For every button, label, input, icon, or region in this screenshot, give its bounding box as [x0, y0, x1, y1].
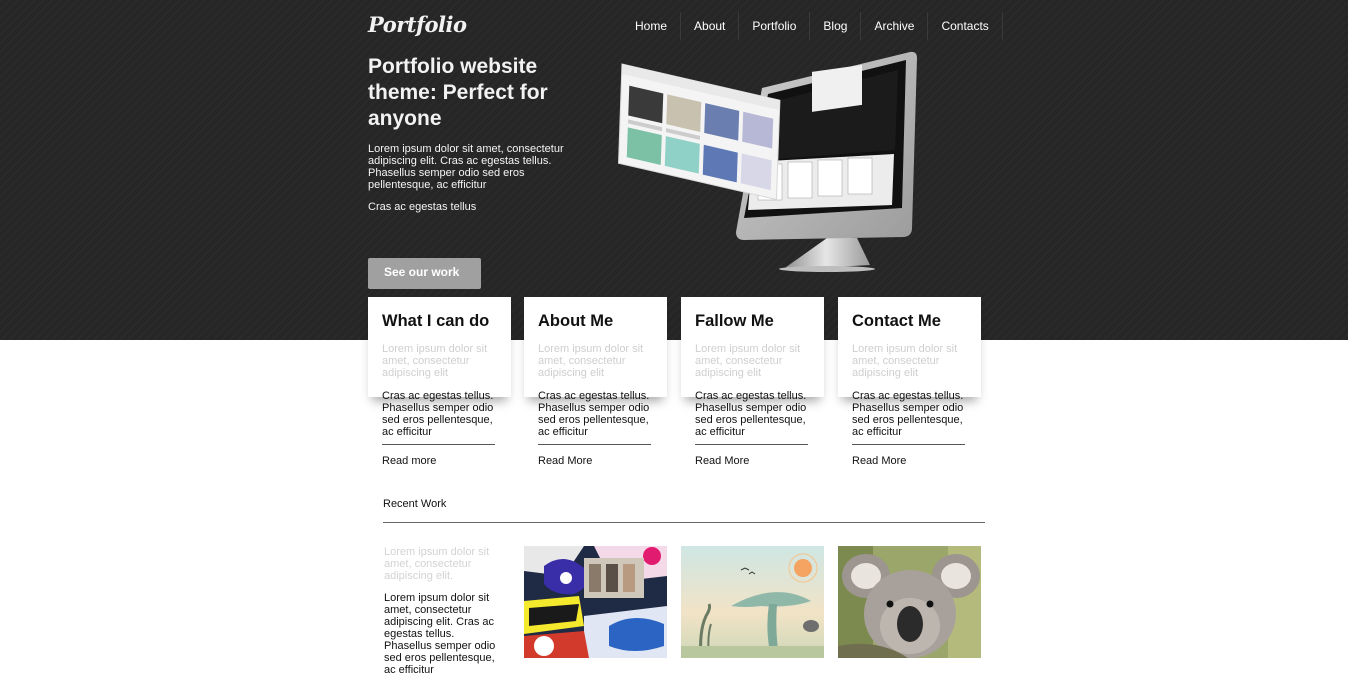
- nav-portfolio[interactable]: Portfolio: [739, 12, 811, 40]
- read-more-link[interactable]: Read More: [695, 455, 810, 467]
- koala-photo: [838, 546, 981, 658]
- nav-about[interactable]: About: [681, 12, 740, 40]
- card-divider: [538, 444, 651, 445]
- card-what-i-can-do: What I can do Lorem ipsum dolor sit amet…: [368, 297, 511, 467]
- hero-title: Portfolio website theme: Perfect for any…: [368, 55, 548, 130]
- card-body-text: Cras ac egestas tellus. Phasellus semper…: [538, 390, 650, 438]
- nav-home[interactable]: Home: [622, 12, 682, 40]
- card-fallow-me: Fallow Me Lorem ipsum dolor sit amet, co…: [681, 297, 824, 467]
- monitor-illustration: [617, 51, 917, 272]
- recent-work-thumb-koala[interactable]: [838, 546, 981, 658]
- recent-work-heading: Recent Work: [383, 498, 447, 510]
- hero-subtext: Cras ac egestas tellus: [368, 201, 477, 213]
- card-body-text: Cras ac egestas tellus. Phasellus semper…: [695, 390, 807, 438]
- surreal-landscape-image: [681, 546, 824, 658]
- recent-work-divider: [383, 522, 985, 523]
- card-title: Fallow Me: [695, 312, 774, 330]
- card-muted-text: Lorem ipsum dolor sit amet, consectetur …: [382, 343, 488, 379]
- card-title: About Me: [538, 312, 614, 330]
- see-our-work-button[interactable]: See our work: [368, 258, 481, 289]
- card-body-text: Cras ac egestas tellus. Phasellus semper…: [852, 390, 964, 438]
- card-contact-me: Contact Me Lorem ipsum dolor sit amet, c…: [838, 297, 981, 467]
- recent-work-body-text: Lorem ipsum dolor sit amet, consectetur …: [384, 592, 496, 676]
- read-more-link[interactable]: Read More: [852, 455, 967, 467]
- read-more-link[interactable]: Read More: [538, 455, 653, 467]
- recent-work-thumb-stickers[interactable]: [524, 546, 667, 658]
- nav-contacts[interactable]: Contacts: [928, 12, 1003, 40]
- card-divider: [852, 444, 965, 445]
- card-muted-text: Lorem ipsum dolor sit amet, consectetur …: [852, 343, 958, 379]
- card-divider: [695, 444, 808, 445]
- main-nav: Home About Portfolio Blog Archive Contac…: [622, 12, 1003, 40]
- card-muted-text: Lorem ipsum dolor sit amet, consectetur …: [695, 343, 801, 379]
- site-logo[interactable]: Portfolio: [368, 12, 467, 37]
- card-divider: [382, 444, 495, 445]
- card-body-text: Cras ac egestas tellus. Phasellus semper…: [382, 390, 494, 438]
- hero-description: Lorem ipsum dolor sit amet, consectetur …: [368, 143, 564, 191]
- nav-blog[interactable]: Blog: [810, 12, 862, 40]
- nav-archive[interactable]: Archive: [861, 12, 929, 40]
- card-about-me: About Me Lorem ipsum dolor sit amet, con…: [524, 297, 667, 467]
- recent-work-muted-text: Lorem ipsum dolor sit amet, consectetur …: [384, 546, 490, 582]
- sticker-collage-image: [524, 546, 667, 658]
- card-title: What I can do: [382, 312, 490, 330]
- card-title: Contact Me: [852, 312, 941, 330]
- recent-work-thumb-landscape[interactable]: [681, 546, 824, 658]
- read-more-link[interactable]: Read more: [382, 455, 497, 467]
- card-muted-text: Lorem ipsum dolor sit amet, consectetur …: [538, 343, 644, 379]
